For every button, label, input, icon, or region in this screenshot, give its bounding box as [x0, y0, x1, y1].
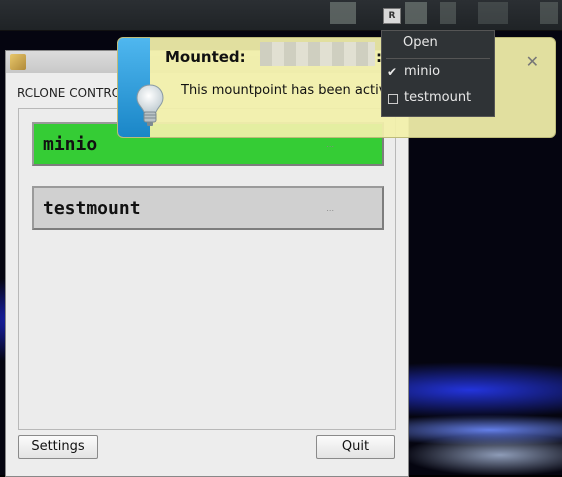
quit-button[interactable]: Quit — [316, 435, 395, 459]
menu-item-label: Open — [403, 35, 438, 50]
app-icon — [10, 54, 26, 70]
notification-title: Mounted: — [165, 48, 246, 66]
menu-item-minio[interactable]: ✔ minio — [382, 60, 494, 84]
notification-body: This mountpoint has been activ — [181, 83, 387, 98]
menu-item-label: testmount — [404, 90, 472, 105]
checkbox-icon — [388, 94, 398, 104]
menu-item-label: minio — [404, 64, 441, 79]
menu-separator — [386, 58, 490, 59]
top-panel: R — [0, 0, 562, 31]
settings-button[interactable]: Settings — [18, 435, 98, 459]
menu-item-testmount[interactable]: testmount — [382, 86, 494, 110]
tray-icon-blurred[interactable] — [405, 2, 427, 24]
close-icon[interactable]: ✕ — [526, 52, 539, 71]
menu-item-open[interactable]: Open — [382, 31, 494, 55]
tray-context-menu: Open ✔ minio testmount — [381, 30, 495, 117]
checkmark-icon: ✔ — [387, 65, 398, 79]
tray-icon-blurred[interactable] — [440, 2, 456, 24]
mount-button-testmount[interactable]: testmount ... — [32, 186, 384, 230]
mount-indicator: ... — [326, 140, 334, 149]
tray-icon-blurred[interactable] — [330, 2, 356, 24]
mount-list: minio ... testmount ... — [18, 108, 396, 430]
tray-icon-blurred[interactable] — [478, 2, 508, 24]
lightbulb-icon — [136, 84, 164, 126]
window-heading: RCLONE CONTRO — [17, 86, 122, 100]
mount-label: minio — [43, 134, 98, 155]
redacted-mount-name — [260, 42, 375, 66]
tray-icon-blurred[interactable] — [540, 2, 558, 24]
rclone-tray-icon[interactable]: R — [383, 8, 401, 24]
mount-indicator: ... — [326, 204, 334, 213]
mount-label: testmount — [43, 198, 141, 219]
